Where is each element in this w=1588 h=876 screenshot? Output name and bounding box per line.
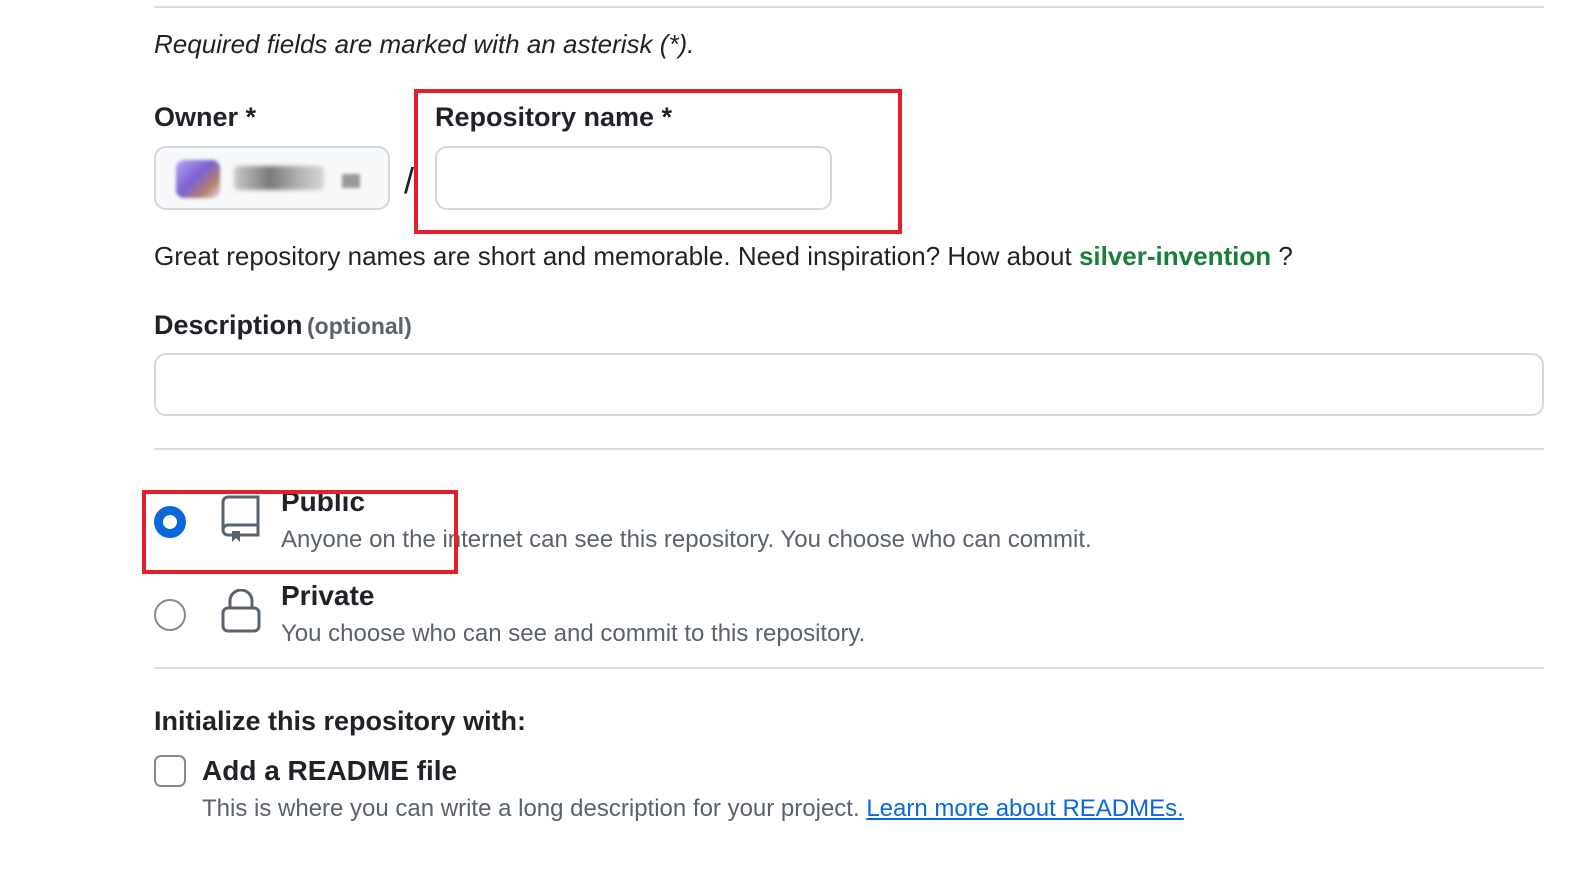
section-divider-2 <box>154 667 1544 669</box>
annotation-box-repository-name <box>414 89 902 234</box>
visibility-option-private[interactable]: Private You choose who can see and commi… <box>150 580 1250 652</box>
inspiration-text: Great repository names are short and mem… <box>154 241 1293 272</box>
owner-label: Owner * <box>154 102 257 132</box>
lock-icon <box>220 589 262 633</box>
readme-label[interactable]: Add a README file <box>202 755 457 787</box>
inspiration-prefix: Great repository names are short and mem… <box>154 241 1072 271</box>
top-divider <box>154 6 1544 8</box>
description-label: Description <box>154 310 303 340</box>
readme-description-text: This is where you can write a long descr… <box>202 795 860 822</box>
owner-name-redacted <box>234 166 324 190</box>
suggested-name-link[interactable]: silver-invention <box>1079 241 1271 271</box>
section-divider <box>154 448 1544 450</box>
owner-repo-separator: / <box>404 160 415 201</box>
avatar <box>176 160 220 198</box>
readme-description: This is where you can write a long descr… <box>202 795 1184 823</box>
private-title: Private <box>281 580 375 611</box>
owner-select[interactable] <box>154 146 390 210</box>
initialize-heading: Initialize this repository with: <box>154 706 527 736</box>
learn-more-readmes-link[interactable]: Learn more about READMEs. <box>866 795 1183 822</box>
required-fields-note: Required fields are marked with an aster… <box>154 29 695 59</box>
owner-name-redacted-2 <box>342 174 360 188</box>
description-label-row: Description (optional) <box>154 310 412 341</box>
private-description: You choose who can see and commit to thi… <box>281 620 866 647</box>
description-field[interactable] <box>154 353 1544 416</box>
readme-checkbox[interactable] <box>154 755 186 787</box>
private-radio[interactable] <box>154 599 186 631</box>
annotation-box-public <box>142 490 458 574</box>
description-input[interactable] <box>156 355 1542 414</box>
description-optional: (optional) <box>306 313 412 339</box>
inspiration-suffix: ? <box>1278 241 1293 271</box>
